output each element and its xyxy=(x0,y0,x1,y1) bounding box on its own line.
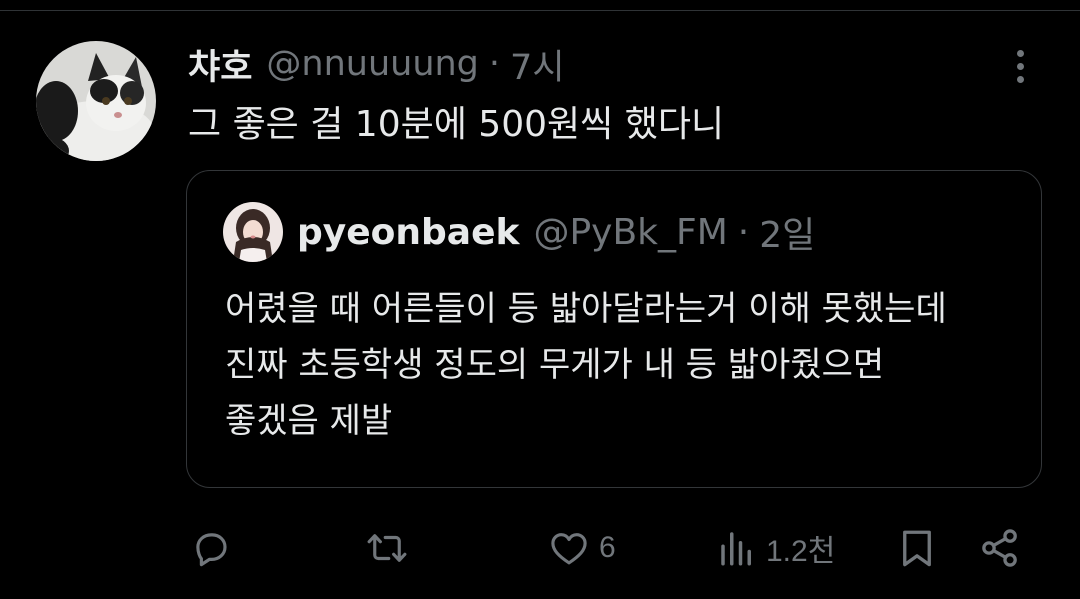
more-vertical-icon[interactable] xyxy=(1000,44,1040,88)
quote-text-line: 어렸을 때 어른들이 등 밟아달라는거 이해 못했는데 xyxy=(225,289,947,329)
share-button[interactable] xyxy=(978,518,1022,578)
share-icon xyxy=(982,529,1017,567)
quote-author-handle[interactable]: @PyBk_FM xyxy=(533,212,727,253)
quote-header-separator: · xyxy=(737,211,750,253)
views-button[interactable]: 1.2천 xyxy=(716,518,835,578)
tweet-text: 그 좋은 걸 10분에 500원씩 했다니 xyxy=(188,104,725,145)
quote-header: pyeonbaek @PyBk_FM · 2일 xyxy=(297,207,815,257)
action-bar: 6 1.2천 xyxy=(0,518,1080,578)
heart-icon xyxy=(551,533,587,565)
quote-time[interactable]: 2일 xyxy=(759,206,815,258)
like-button[interactable]: 6 xyxy=(547,518,616,578)
quote-text: 어렸을 때 어른들이 등 밟아달라는거 이해 못했는데 진짜 초등학생 정도의 … xyxy=(225,281,947,449)
quoted-tweet[interactable]: pyeonbaek @PyBk_FM · 2일 어렸을 때 어른들이 등 밟아달… xyxy=(186,170,1042,488)
reply-button[interactable] xyxy=(190,518,240,578)
author-avatar[interactable] xyxy=(36,41,156,161)
quote-text-line: 진짜 초등학생 정도의 무게가 내 등 밟아줬으면 xyxy=(225,345,885,385)
person-avatar-image xyxy=(223,202,283,262)
quote-text-line: 좋겠음 제발 xyxy=(225,401,393,441)
retweet-icon xyxy=(367,534,407,562)
bookmark-icon xyxy=(903,530,931,567)
retweet-button[interactable] xyxy=(364,518,418,578)
bookmark-button[interactable] xyxy=(896,518,938,578)
cat-avatar-image xyxy=(36,41,156,161)
author-handle[interactable]: @nnuuuung xyxy=(266,44,479,84)
reply-icon xyxy=(196,533,227,567)
views-count: 1.2천 xyxy=(766,535,836,568)
quote-author-avatar[interactable] xyxy=(223,202,283,262)
views-icon xyxy=(721,532,751,566)
author-display-name[interactable]: 챠호 xyxy=(188,39,252,90)
quote-author-display-name[interactable]: pyeonbaek xyxy=(297,212,519,253)
tweet-header: 챠호 @nnuuuung · 7시 xyxy=(188,38,565,90)
header-separator: · xyxy=(488,44,501,84)
top-divider xyxy=(0,10,1080,11)
like-count: 6 xyxy=(599,531,616,564)
tweet-time[interactable]: 7시 xyxy=(510,39,564,90)
